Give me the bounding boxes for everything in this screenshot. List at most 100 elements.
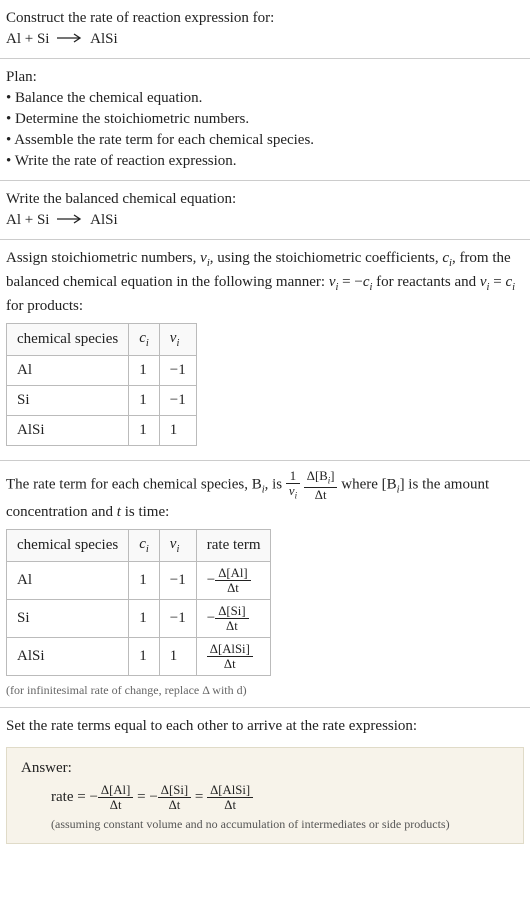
subscript-i: i (295, 491, 297, 501)
reaction-arrow-icon (57, 210, 83, 231)
den: Δt (158, 798, 191, 812)
num: Δ[Si] (158, 783, 191, 798)
text: Assign stoichiometric numbers, (6, 250, 200, 266)
table-row: Si1−1 (7, 386, 197, 416)
col-term: rate term (196, 529, 271, 562)
subscript-i: i (512, 282, 515, 293)
rateterm-text: The rate term for each chemical species,… (6, 469, 524, 522)
text: for products: (6, 298, 83, 314)
cell-species: AlSi (7, 638, 129, 676)
plan-item: • Determine the stoichiometric numbers. (6, 109, 524, 130)
text: = − (338, 274, 362, 290)
den: Δt (215, 619, 248, 633)
col-species: chemical species (7, 323, 129, 356)
frac: Δ[Al]Δt (215, 566, 250, 595)
frac: Δ[Al]Δt (98, 783, 133, 812)
plan-item-text: Write the rate of reaction expression. (15, 153, 237, 169)
num: Δ[Si] (215, 604, 248, 619)
cell-term: −Δ[Si]Δt (196, 600, 271, 638)
intro-section: Construct the rate of reaction expressio… (0, 0, 530, 58)
equals: = (137, 789, 149, 805)
text: = (489, 274, 505, 290)
text: where [B (341, 477, 396, 493)
rateterm-section: The rate term for each chemical species,… (0, 461, 530, 707)
subscript-i: i (176, 338, 179, 349)
cell-c: 1 (129, 638, 160, 676)
answer-box: Answer: rate = −Δ[Al]Δt = −Δ[Si]Δt = Δ[A… (6, 747, 524, 844)
intro-lhs: Al + Si (6, 31, 49, 47)
balanced-section: Write the balanced chemical equation: Al… (0, 181, 530, 239)
frac: Δ[Si]Δt (158, 783, 191, 812)
balanced-heading: Write the balanced chemical equation: (6, 189, 524, 210)
c-symbol: c (363, 274, 370, 290)
c-symbol: c (139, 536, 146, 552)
balanced-equation: Al + Si AlSi (6, 210, 524, 231)
answer-label: Answer: (21, 758, 509, 779)
cell-c: 1 (129, 600, 160, 638)
c-symbol: c (139, 330, 146, 346)
frac: Δ[Si]Δt (215, 604, 248, 633)
text: is time: (121, 504, 169, 520)
plan-section: Plan: • Balance the chemical equation. •… (0, 59, 530, 180)
final-section: Set the rate terms equal to each other t… (0, 708, 530, 852)
num: Δ[Al] (98, 783, 133, 798)
cell-nu: −1 (159, 386, 196, 416)
reaction-arrow-icon (57, 29, 83, 50)
den: Δt (215, 581, 250, 595)
balanced-rhs: AlSi (90, 212, 118, 228)
cell-species: Al (7, 356, 129, 386)
table-header-row: chemical species ci νi (7, 323, 197, 356)
text: , is (265, 477, 286, 493)
stoich-section: Assign stoichiometric numbers, νi, using… (0, 240, 530, 460)
plan-item-text: Assemble the rate term for each chemical… (14, 132, 314, 148)
cell-species: Si (7, 600, 129, 638)
frac: Δ[AlSi]Δt (207, 783, 253, 812)
plan-item: • Balance the chemical equation. (6, 88, 524, 109)
table-row: Al1−1 (7, 356, 197, 386)
cell-nu: 1 (159, 638, 196, 676)
nu-symbol: ν (200, 250, 207, 266)
stoich-table: chemical species ci νi Al1−1 Si1−1 AlSi1… (6, 323, 197, 447)
num: 1 (286, 469, 300, 484)
balanced-lhs: Al + Si (6, 212, 49, 228)
neg: − (89, 789, 97, 805)
rateterm-table: chemical species ci νi rate term Al 1 −1… (6, 529, 271, 677)
cell-nu: 1 (159, 416, 196, 446)
neg: − (149, 789, 157, 805)
cell-term: Δ[AlSi]Δt (196, 638, 271, 676)
cell-c: 1 (129, 562, 160, 600)
num: Δ[AlSi] (207, 783, 253, 798)
den: Δt (207, 798, 253, 812)
neg: − (207, 572, 215, 588)
den: νi (286, 484, 300, 501)
text: for reactants and (372, 274, 479, 290)
intro-prompt: Construct the rate of reaction expressio… (6, 8, 524, 29)
table-header-row: chemical species ci νi rate term (7, 529, 271, 562)
cell-species: Al (7, 562, 129, 600)
plan-item: • Write the rate of reaction expression. (6, 151, 524, 172)
plan-item-text: Determine the stoichiometric numbers. (15, 111, 249, 127)
rate-word: rate = (51, 789, 89, 805)
text: , using the stoichiometric coefficients, (210, 250, 443, 266)
table-row: Si 1 −1 −Δ[Si]Δt (7, 600, 271, 638)
cell-species: AlSi (7, 416, 129, 446)
dB-over-dt: Δ[Bi]Δt (304, 469, 338, 501)
subscript-i: i (176, 544, 179, 555)
text: Δ[B (307, 469, 328, 483)
c-symbol: c (442, 250, 449, 266)
one-over-nu: 1νi (286, 469, 300, 501)
cell-species: Si (7, 386, 129, 416)
den: Δt (304, 488, 338, 502)
plan-heading: Plan: (6, 67, 524, 88)
equals: = (195, 789, 207, 805)
answer-assumption: (assuming constant volume and no accumul… (51, 816, 509, 833)
cell-c: 1 (129, 386, 160, 416)
col-nu: νi (159, 323, 196, 356)
col-c: ci (129, 529, 160, 562)
col-c: ci (129, 323, 160, 356)
den: Δt (98, 798, 133, 812)
text: The rate term for each chemical species,… (6, 477, 262, 493)
cell-c: 1 (129, 416, 160, 446)
cell-c: 1 (129, 356, 160, 386)
neg: − (207, 610, 215, 626)
